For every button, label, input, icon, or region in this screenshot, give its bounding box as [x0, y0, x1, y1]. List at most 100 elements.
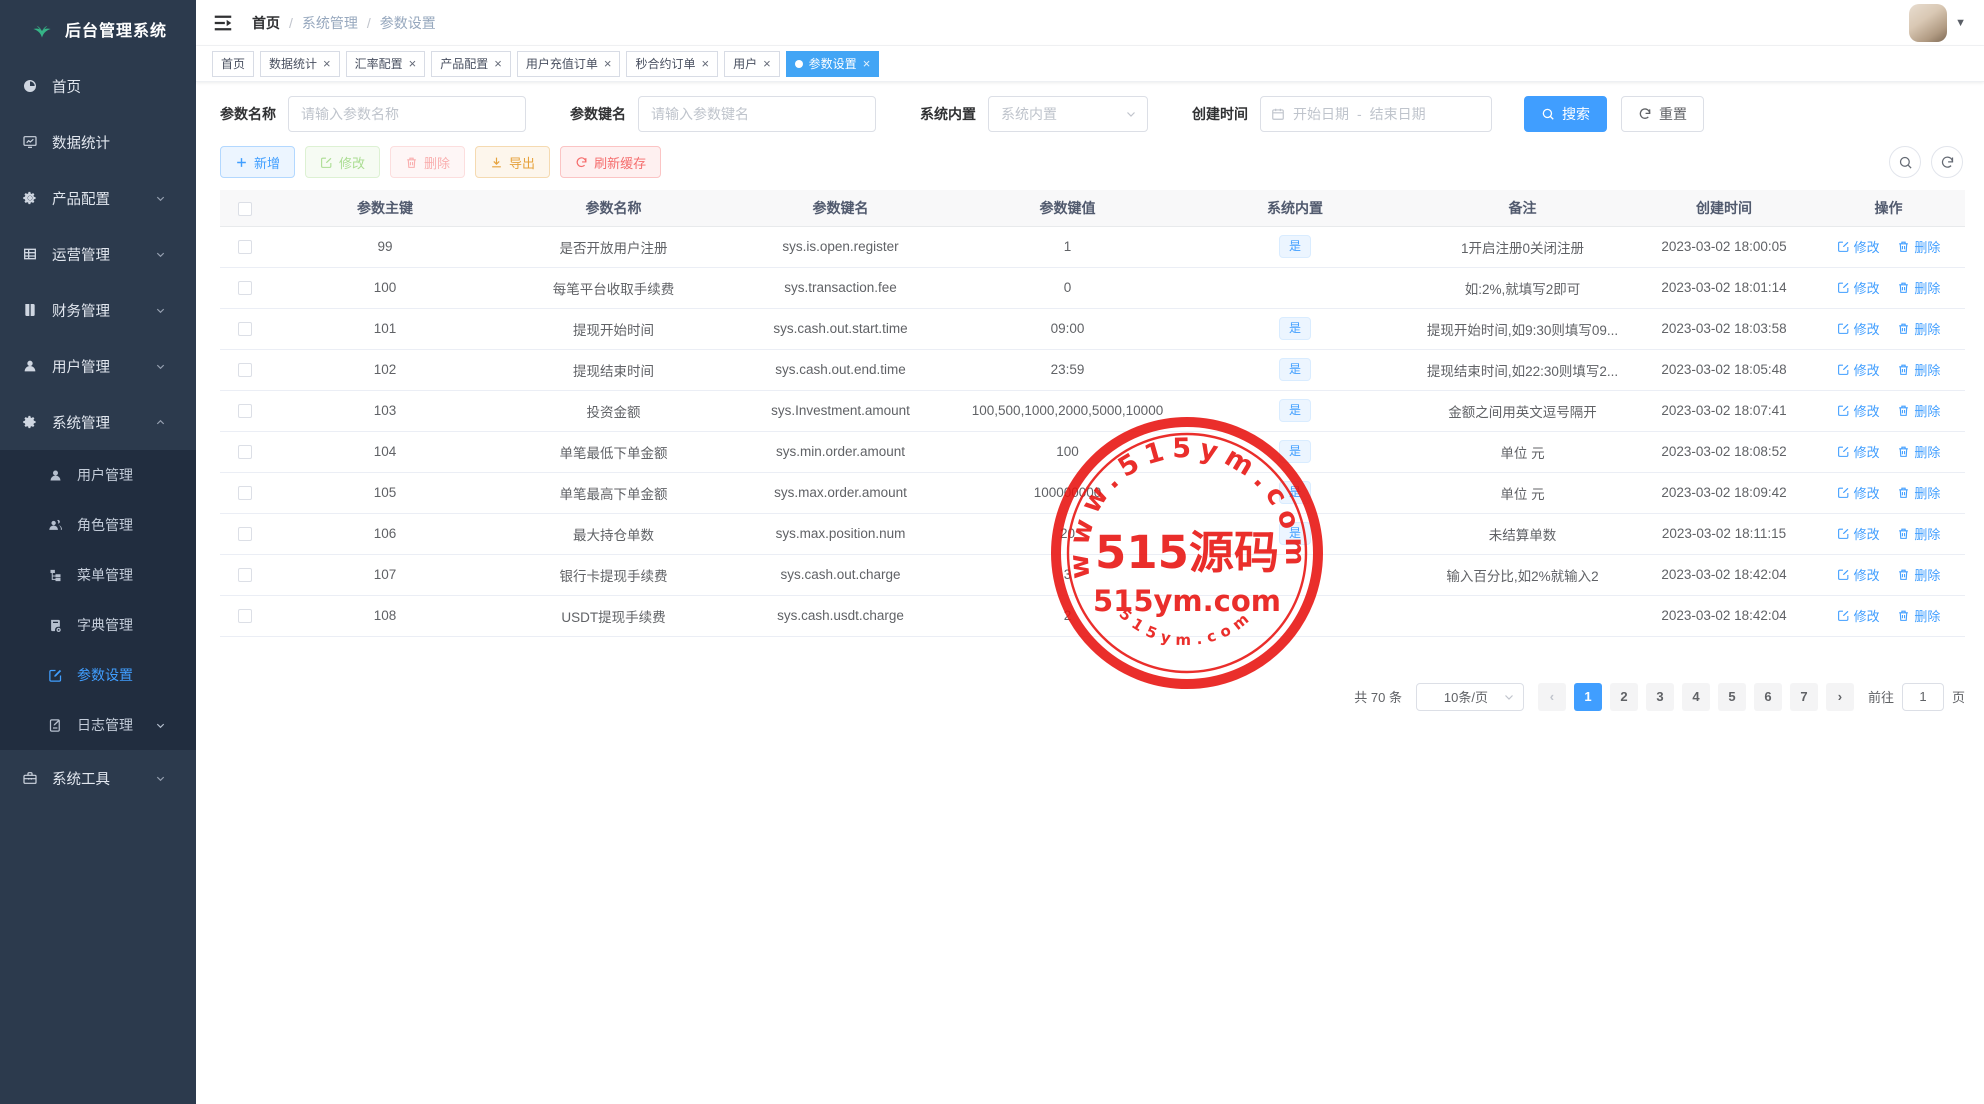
sidebar-subitem-param-settings[interactable]: 参数设置: [0, 650, 196, 700]
sidebar-subitem-dict-mgmt[interactable]: 字典管理: [0, 600, 196, 650]
tab[interactable]: 数据统计 ×: [260, 51, 340, 77]
col-param-key: 参数键名: [727, 190, 954, 226]
sidebar-item-user-mgmt[interactable]: 用户管理: [0, 338, 196, 394]
user-icon: [22, 358, 38, 374]
row-delete-link[interactable]: 删除: [1897, 483, 1940, 502]
builtin-badge: 是: [1279, 481, 1311, 505]
next-page-button[interactable]: ›: [1826, 683, 1854, 711]
sidebar-subitem-log-mgmt[interactable]: 日志管理: [0, 700, 196, 750]
tab[interactable]: 参数设置 ×: [786, 51, 880, 77]
row-delete-link[interactable]: 删除: [1897, 360, 1940, 379]
builtin-label: 系统内置: [920, 104, 976, 124]
refresh-table-button[interactable]: [1931, 146, 1963, 178]
caret-down-icon[interactable]: ▼: [1955, 17, 1966, 29]
row-edit-link[interactable]: 修改: [1837, 319, 1880, 338]
export-button[interactable]: 导出: [475, 146, 550, 178]
refresh-cache-button[interactable]: 刷新缓存: [560, 146, 661, 178]
tab[interactable]: 用户 ×: [724, 51, 780, 77]
page-number-button[interactable]: 4: [1682, 683, 1710, 711]
row-edit-link[interactable]: 修改: [1837, 278, 1880, 297]
row-delete-link[interactable]: 删除: [1897, 606, 1940, 625]
row-delete-link[interactable]: 删除: [1897, 565, 1940, 584]
edit-icon: [1837, 404, 1850, 417]
sidebar-item-data-stats[interactable]: 数据统计: [0, 114, 196, 170]
sidebar-item-product-config[interactable]: 产品配置: [0, 170, 196, 226]
row-delete-link[interactable]: 删除: [1897, 524, 1940, 543]
edit-button[interactable]: 修改: [305, 146, 380, 178]
sidebar-item-finance[interactable]: 财务管理: [0, 282, 196, 338]
avatar[interactable]: [1909, 4, 1947, 42]
row-edit-link[interactable]: 修改: [1837, 606, 1880, 625]
row-checkbox[interactable]: [238, 486, 252, 500]
row-edit-label: 修改: [1854, 483, 1880, 502]
sidebar-item-system-mgmt[interactable]: 系统管理: [0, 394, 196, 450]
row-edit-link[interactable]: 修改: [1837, 483, 1880, 502]
page-number-button[interactable]: 1: [1574, 683, 1602, 711]
select-all-checkbox[interactable]: [238, 202, 252, 216]
row-edit-link[interactable]: 修改: [1837, 565, 1880, 584]
row-delete-link[interactable]: 删除: [1897, 319, 1940, 338]
page-number-button[interactable]: 3: [1646, 683, 1674, 711]
add-button[interactable]: 新增: [220, 146, 295, 178]
row-checkbox[interactable]: [238, 404, 252, 418]
sidebar-item-home[interactable]: 首页: [0, 58, 196, 114]
prev-page-button[interactable]: ‹: [1538, 683, 1566, 711]
sidebar-subitem-user-mgmt[interactable]: 用户管理: [0, 450, 196, 500]
tab[interactable]: 秒合约订单 ×: [626, 51, 718, 77]
row-checkbox[interactable]: [238, 281, 252, 295]
row-edit-link[interactable]: 修改: [1837, 442, 1880, 461]
delete-button[interactable]: 删除: [390, 146, 465, 178]
param-name-input[interactable]: [288, 96, 526, 132]
row-delete-link[interactable]: 删除: [1897, 442, 1940, 461]
row-checkbox[interactable]: [238, 568, 252, 582]
row-checkbox[interactable]: [238, 240, 252, 254]
page-number-button[interactable]: 2: [1610, 683, 1638, 711]
reset-button[interactable]: 重置: [1621, 96, 1704, 132]
tab[interactable]: 汇率配置 ×: [346, 51, 426, 77]
row-edit-link[interactable]: 修改: [1837, 360, 1880, 379]
page-number-button[interactable]: 6: [1754, 683, 1782, 711]
tab-close-icon[interactable]: ×: [323, 57, 331, 70]
cell-param-key: sys.Investment.amount: [727, 390, 954, 431]
sidebar-item-operation[interactable]: 运营管理: [0, 226, 196, 282]
tab[interactable]: 产品配置 ×: [431, 51, 511, 77]
sidebar-subitem-role-mgmt[interactable]: 角色管理: [0, 500, 196, 550]
row-edit-link[interactable]: 修改: [1837, 401, 1880, 420]
sidebar-subitem-menu-mgmt[interactable]: 菜单管理: [0, 550, 196, 600]
show-search-toggle-button[interactable]: [1889, 146, 1921, 178]
search-button[interactable]: 搜索: [1524, 96, 1607, 132]
breadcrumb-home[interactable]: 首页: [252, 13, 280, 33]
tab-close-icon[interactable]: ×: [863, 57, 871, 70]
tab[interactable]: 用户充值订单 ×: [517, 51, 621, 77]
tab-close-icon[interactable]: ×: [494, 57, 502, 70]
tab-close-icon[interactable]: ×: [701, 57, 709, 70]
goto-page-input[interactable]: [1902, 683, 1944, 711]
row-edit-label: 修改: [1854, 360, 1880, 379]
row-delete-link[interactable]: 删除: [1897, 278, 1940, 297]
row-checkbox[interactable]: [238, 445, 252, 459]
row-edit-link[interactable]: 修改: [1837, 524, 1880, 543]
page-number-button[interactable]: 5: [1718, 683, 1746, 711]
row-checkbox[interactable]: [238, 609, 252, 623]
row-delete-link[interactable]: 删除: [1897, 401, 1940, 420]
row-checkbox[interactable]: [238, 322, 252, 336]
builtin-select[interactable]: 系统内置: [988, 96, 1148, 132]
sidebar-item-system-tools[interactable]: 系统工具: [0, 750, 196, 806]
tab-close-icon[interactable]: ×: [604, 57, 612, 70]
cell-param-name: 单笔最高下单金额: [500, 472, 727, 513]
row-checkbox[interactable]: [238, 527, 252, 541]
param-key-input[interactable]: [638, 96, 876, 132]
page-number-button[interactable]: 7: [1790, 683, 1818, 711]
tab[interactable]: 首页 ×: [212, 51, 254, 77]
breadcrumb-system-mgmt[interactable]: 系统管理: [302, 13, 358, 33]
sidebar-subitem-label: 角色管理: [77, 515, 133, 535]
date-range-picker[interactable]: 开始日期 - 结束日期: [1260, 96, 1492, 132]
tab-close-icon[interactable]: ×: [409, 57, 417, 70]
tab-close-icon[interactable]: ×: [763, 57, 771, 70]
monitor-chart-icon: [22, 134, 38, 150]
collapse-sidebar-icon[interactable]: [212, 12, 234, 34]
row-delete-link[interactable]: 删除: [1897, 237, 1940, 256]
row-edit-link[interactable]: 修改: [1837, 237, 1880, 256]
page-size-select[interactable]: 10条/页: [1416, 683, 1524, 711]
row-checkbox[interactable]: [238, 363, 252, 377]
